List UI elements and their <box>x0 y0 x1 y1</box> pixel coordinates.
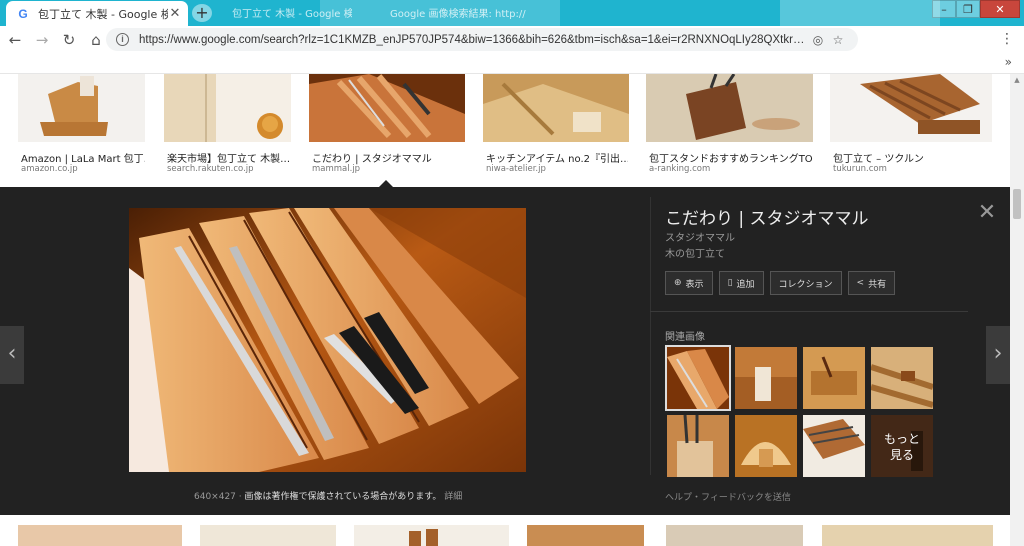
result-thumbnail[interactable] <box>666 525 803 546</box>
result-title[interactable]: 楽天市場】包丁立て 木製… <box>167 150 291 165</box>
result-thumbnail[interactable] <box>164 74 291 142</box>
previous-image-button[interactable]: ‹ <box>0 326 24 384</box>
preview-site[interactable]: スタジオママル <box>665 229 735 244</box>
result-title[interactable]: 包丁立て – ツクルン <box>833 150 991 165</box>
tab-title: 包丁立て 木製 - Google 検索 <box>38 7 168 21</box>
related-image[interactable] <box>735 347 797 409</box>
window-close-icon[interactable]: ✕ <box>980 0 1020 18</box>
reload-icon[interactable]: ↻ <box>57 28 81 52</box>
related-images-grid: もっと 見る <box>665 345 937 481</box>
tab-close-icon[interactable]: ✕ <box>168 6 182 21</box>
back-arrow-icon[interactable]: ← <box>3 28 27 52</box>
more-label-1: もっと <box>883 432 920 446</box>
tab-strip: G 包丁立て 木製 - Google 検索 ✕ + 包丁立て 木製 - Goog… <box>0 0 1024 26</box>
visit-label: 表示 <box>685 279 704 290</box>
minimize-icon[interactable]: – <box>932 0 956 18</box>
preview-description: 木の包丁立て <box>665 249 725 260</box>
related-image[interactable] <box>735 415 797 477</box>
collection-button[interactable]: コレクション <box>769 271 842 295</box>
result-source: amazon.co.jp <box>21 164 78 174</box>
result-thumbnail[interactable] <box>822 525 993 546</box>
preview-title[interactable]: こだわり | スタジオママル <box>665 204 869 229</box>
globe-icon: ⊕ <box>674 278 682 288</box>
address-bar[interactable]: i https://www.google.com/search?rlz=1C1K… <box>106 28 858 51</box>
result-source: search.rakuten.co.jp <box>167 164 254 174</box>
preview-actions: ⊕ 表示 ▯ 追加 コレクション < 共有 <box>665 271 896 295</box>
result-thumbnail[interactable] <box>527 525 644 546</box>
bookmarks-bar: » <box>0 53 1024 74</box>
visit-button[interactable]: ⊕ 表示 <box>665 271 713 295</box>
help-feedback-link[interactable]: ヘルプ・フィードバックを送信 <box>665 490 791 503</box>
bookmarks-overflow-icon[interactable]: » <box>1005 55 1012 69</box>
details-link[interactable]: 詳細 <box>444 492 462 502</box>
result-source: mammal.jp <box>312 164 361 174</box>
info-icon[interactable]: i <box>116 33 129 46</box>
copyright-notice: 画像は著作権で保護されている場合があります。 <box>244 492 442 502</box>
panel-separator <box>650 311 968 312</box>
scrollbar-thumb[interactable] <box>1013 189 1021 219</box>
image-size: 640×427 <box>194 492 236 502</box>
tab-strip-glow <box>780 0 940 26</box>
result-thumbnail[interactable] <box>483 74 629 142</box>
related-image[interactable] <box>803 415 865 477</box>
collection-label: コレクション <box>778 279 833 290</box>
home-icon[interactable]: ⌂ <box>84 28 108 52</box>
save-button[interactable]: ▯ 追加 <box>718 271 764 295</box>
page-scrollbar[interactable]: ▲ <box>1010 74 1024 546</box>
bookmark-icon: ▯ <box>727 278 733 288</box>
related-image[interactable] <box>665 345 731 411</box>
selection-caret <box>379 180 393 187</box>
results-row-next <box>0 515 1010 546</box>
result-thumbnail[interactable] <box>354 525 509 546</box>
related-image[interactable] <box>803 347 865 409</box>
result-title[interactable]: 包丁スタンドおすすめランキングTO… <box>649 150 813 165</box>
more-label-2: 見る <box>889 448 914 462</box>
new-tab-button[interactable]: + <box>192 4 212 22</box>
share-button[interactable]: < 共有 <box>847 271 896 295</box>
related-image[interactable] <box>667 415 729 477</box>
image-meta: 640×427 · 画像は著作権で保護されている場合があります。 詳細 <box>194 492 463 502</box>
bookmark-star-icon[interactable]: ☆ <box>828 33 848 47</box>
tab-background-2[interactable]: Google 画像検索結果: http:// <box>390 5 530 21</box>
results-row: Amazon | LaLa Mart 包丁… amazon.co.jp 楽天市場… <box>0 74 1010 184</box>
browser-menu-icon[interactable]: ⋮ <box>1000 31 1014 47</box>
save-label: 追加 <box>736 279 755 290</box>
result-title[interactable]: こだわり | スタジオママル <box>312 150 462 165</box>
more-related-button[interactable]: もっと 見る <box>871 415 933 477</box>
result-thumbnail[interactable] <box>309 74 465 142</box>
image-preview-panel: ‹ › 640×427 · 画像は著作権で保護されている場合があります。 詳細 … <box>0 187 1010 515</box>
result-source: niwa-atelier.jp <box>486 164 546 174</box>
share-label: 共有 <box>868 279 887 290</box>
restore-icon[interactable]: ❐ <box>956 0 980 18</box>
result-title[interactable]: Amazon | LaLa Mart 包丁… <box>21 150 145 165</box>
preview-image[interactable] <box>129 208 526 472</box>
result-source: tukurun.com <box>833 164 887 174</box>
close-preview-icon[interactable]: ✕ <box>976 202 998 225</box>
related-images-label: 関連画像 <box>665 332 705 343</box>
result-title[interactable]: キッチンアイテム no.2『引出… <box>486 150 628 165</box>
google-favicon-icon: G <box>18 6 28 21</box>
share-icon: < <box>856 278 865 288</box>
panel-divider <box>650 197 651 475</box>
url-text[interactable]: https://www.google.com/search?rlz=1C1KMZ… <box>139 34 808 46</box>
result-source: a-ranking.com <box>649 164 711 174</box>
location-icon[interactable]: ◎ <box>808 33 828 47</box>
result-thumbnail[interactable] <box>646 74 813 142</box>
forward-arrow-icon[interactable]: → <box>30 28 54 52</box>
more-overlay: もっと 見る <box>871 415 933 477</box>
tab-active[interactable]: G 包丁立て 木製 - Google 検索 ✕ <box>6 1 188 26</box>
related-image[interactable] <box>871 347 933 409</box>
result-thumbnail[interactable] <box>18 525 182 546</box>
browser-toolbar: ← → ↻ ⌂ i https://www.google.com/search?… <box>0 26 1024 53</box>
tab-background-1[interactable]: 包丁立て 木製 - Google 検索 <box>232 5 352 21</box>
scroll-up-icon[interactable]: ▲ <box>1010 74 1024 86</box>
next-image-button[interactable]: › <box>986 326 1010 384</box>
result-thumbnail[interactable] <box>18 74 145 142</box>
result-thumbnail[interactable] <box>830 74 992 142</box>
result-thumbnail[interactable] <box>200 525 336 546</box>
window-controls: – ❐ ✕ <box>932 0 1020 18</box>
